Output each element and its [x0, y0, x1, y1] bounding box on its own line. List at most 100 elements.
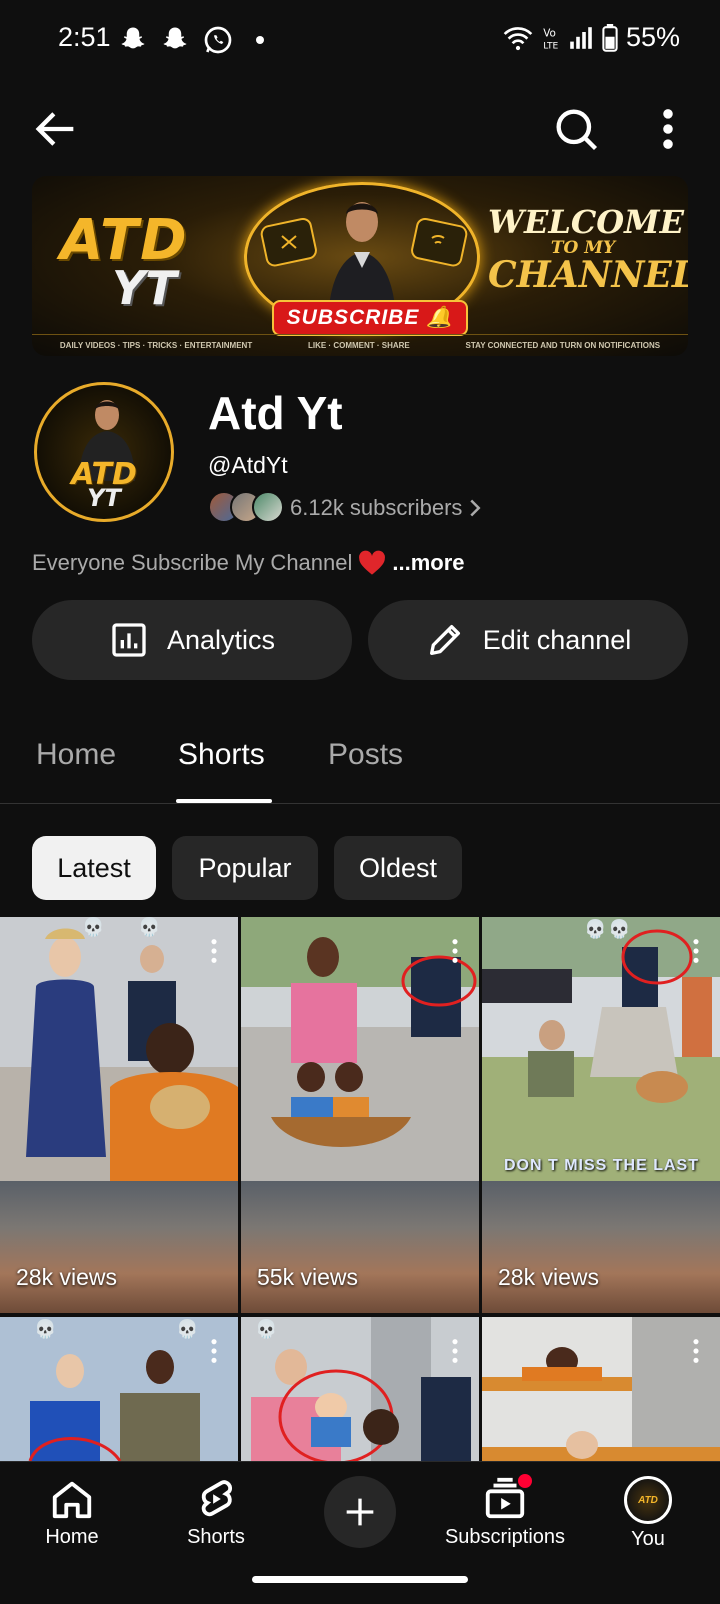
tab-posts[interactable]: Posts — [328, 738, 403, 772]
notification-icons — [118, 24, 264, 56]
tab-home[interactable]: Home — [36, 738, 116, 772]
nav-you-label: You — [631, 1528, 665, 1550]
subscriber-count: 6.12k subscribers — [290, 495, 463, 520]
volte-icon: Vo LTE — [543, 27, 558, 50]
subscriber-avatar — [252, 491, 284, 523]
banner-footer-left: DAILY VIDEOS · TIPS · TRICKS · ENTERTAIN… — [59, 341, 253, 350]
chip-popular[interactable]: Popular — [172, 836, 318, 900]
bell-icon: 🔔 — [426, 306, 454, 329]
banner-welcome-text: WELCOME TO MY CHANNEL — [488, 203, 688, 297]
subscribers-row[interactable]: 6.12k subscribers — [208, 490, 482, 526]
shorts-icon — [201, 1480, 233, 1517]
channel-handle: @AtdYt — [208, 452, 288, 478]
nav-shorts[interactable]: Shorts — [180, 1476, 252, 1549]
more-vert-icon[interactable] — [208, 1337, 220, 1365]
short-thumbnail[interactable] — [482, 1317, 720, 1461]
banner-subscribe-badge: SUBSCRIBE 🔔 — [272, 300, 468, 336]
short-scene-image — [482, 1317, 720, 1461]
short-thumbnail[interactable]: 💀 💀 28k views — [0, 917, 238, 1313]
notification-dot — [518, 1474, 532, 1488]
short-views: 55k views — [257, 1264, 358, 1290]
banner-footer: DAILY VIDEOS · TIPS · TRICKS · ENTERTAIN… — [32, 334, 688, 356]
search-icon — [556, 109, 598, 151]
tab-shorts[interactable]: Shorts — [178, 738, 265, 772]
more-vert-icon[interactable] — [208, 937, 220, 965]
svg-text:💀: 💀 — [82, 917, 104, 937]
short-scene-image: 💀 — [241, 1317, 479, 1461]
description-text: Everyone Subscribe My Channel — [32, 550, 353, 575]
banner-footer-mid: LIKE · COMMENT · SHARE — [307, 341, 410, 350]
status-time: 2:51 — [58, 22, 111, 52]
nav-subscriptions[interactable]: Subscriptions — [440, 1474, 570, 1549]
status-bar: 2:51 Vo LTE 55% — [0, 0, 720, 80]
battery-icon — [602, 23, 618, 52]
short-views: 28k views — [16, 1264, 117, 1290]
short-thumbnail[interactable]: 55k views — [241, 917, 479, 1313]
whatsapp-icon — [204, 26, 232, 54]
active-tab-indicator — [176, 799, 272, 803]
avatar-logo-text: ATD YT — [37, 460, 171, 510]
svg-text:💀: 💀 — [584, 918, 606, 939]
subscriber-avatars — [208, 491, 284, 525]
short-thumbnail[interactable]: 💀 💀 — [0, 1317, 238, 1461]
edit-channel-button[interactable]: Edit channel — [368, 600, 688, 680]
more-link[interactable]: ...more — [392, 550, 464, 576]
create-button[interactable] — [324, 1476, 396, 1548]
channel-avatar[interactable]: ATD YT — [34, 382, 174, 522]
chip-oldest[interactable]: Oldest — [334, 836, 462, 900]
short-face-overlay — [0, 1181, 238, 1313]
nav-subscriptions-label: Subscriptions — [444, 1526, 566, 1548]
snapchat-icon — [121, 27, 145, 49]
you-avatar: ATD — [624, 1476, 672, 1524]
you-avatar-text: ATD — [638, 1494, 658, 1506]
banner-channel-line: CHANNEL — [488, 254, 688, 297]
plus-icon — [346, 1498, 374, 1526]
dot-icon — [256, 36, 264, 44]
short-overlay-text: DON T MISS THE LAST — [504, 1157, 699, 1174]
arrow-left-icon — [35, 112, 74, 146]
short-thumbnail[interactable]: 💀 — [241, 1317, 479, 1461]
pencil-icon — [429, 625, 460, 655]
svg-text:💀: 💀 — [255, 1318, 277, 1339]
svg-text:Vo: Vo — [543, 27, 556, 39]
more-vert-icon[interactable] — [690, 937, 702, 965]
banner-yt-text: YT — [112, 261, 177, 316]
back-button[interactable] — [30, 103, 82, 155]
analytics-icon — [112, 623, 146, 657]
banner-atd-text: ATD — [60, 208, 189, 273]
home-indicator[interactable] — [252, 1576, 468, 1583]
nav-shorts-label: Shorts — [187, 1526, 245, 1548]
short-scene-image: 💀 💀 — [0, 917, 238, 1181]
banner-welcome-line: WELCOME — [488, 203, 684, 241]
snapchat-tile-icon — [260, 218, 317, 267]
short-views: 28k views — [498, 1264, 599, 1290]
system-status: Vo LTE 55% — [502, 22, 680, 53]
wifi-icon — [503, 26, 533, 50]
more-vert-icon[interactable] — [690, 1337, 702, 1365]
nav-home-label: Home — [45, 1526, 99, 1548]
more-vert-icon[interactable] — [449, 1337, 461, 1365]
snapchat-icon — [163, 27, 187, 49]
search-button[interactable] — [550, 103, 602, 155]
more-options-button[interactable] — [648, 103, 688, 155]
short-thumbnail[interactable]: 💀 💀 DON T MISS THE LAST 28k views — [482, 917, 720, 1313]
battery-percent: 55% — [625, 22, 680, 52]
banner-footer-right: STAY CONNECTED AND TURN ON NOTIFICATIONS — [465, 341, 661, 350]
top-app-bar — [0, 95, 720, 161]
svg-text:💀: 💀 — [176, 1318, 198, 1339]
more-vert-icon[interactable] — [449, 937, 461, 965]
edit-channel-label: Edit channel — [482, 624, 632, 655]
nav-you[interactable]: ATD You — [616, 1476, 680, 1551]
svg-text:💀: 💀 — [34, 1318, 56, 1339]
short-scene-image — [241, 917, 479, 1181]
analytics-button[interactable]: Analytics — [32, 600, 352, 680]
chip-latest[interactable]: Latest — [32, 836, 156, 900]
banner-logo-text: ATD YT — [60, 208, 189, 316]
subscriptions-icon-wrap — [482, 1474, 532, 1522]
svg-text:💀: 💀 — [608, 918, 630, 939]
channel-description[interactable]: Everyone Subscribe My Channel ...more — [32, 550, 465, 576]
more-vert-icon — [663, 109, 673, 149]
short-face-overlay — [241, 1181, 479, 1313]
nav-home[interactable]: Home — [40, 1476, 104, 1549]
short-scene-image: 💀 💀 — [482, 917, 720, 1181]
